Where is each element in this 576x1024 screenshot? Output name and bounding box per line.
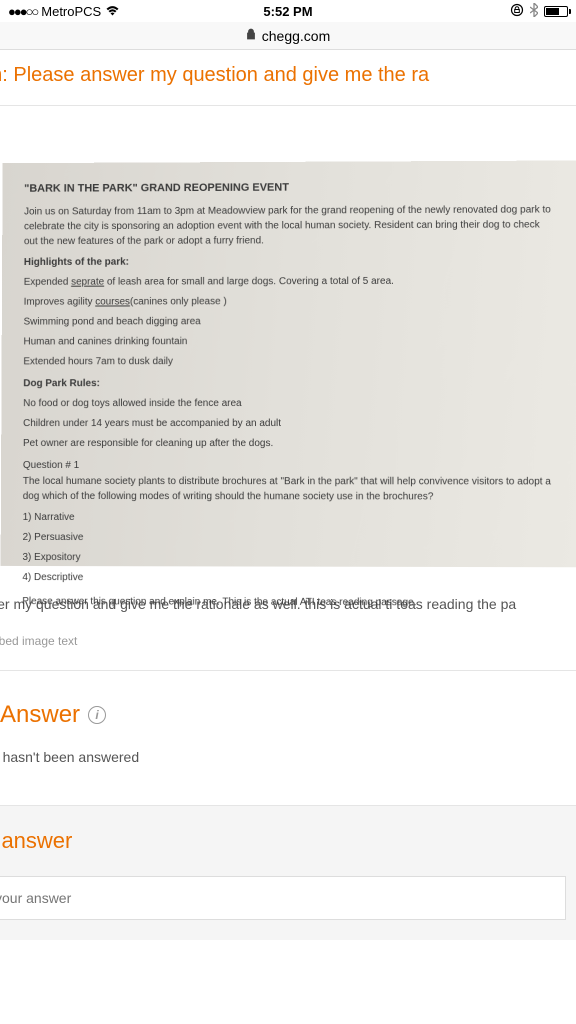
question-title: tion: Please answer my question and give… <box>0 50 576 106</box>
info-icon[interactable]: i <box>88 706 106 724</box>
doc-rules-heading: Dog Park Rules: <box>23 375 555 391</box>
doc-question-label: Question # 1 <box>23 458 556 474</box>
doc-highlight: Swimming pond and beach digging area <box>24 313 555 330</box>
doc-highlight: Human and canines drinking fountain <box>23 333 555 350</box>
wifi-icon <box>105 4 120 19</box>
signal-strength-icon: ●●●○○ <box>8 4 37 19</box>
doc-intro: Join us on Saturday from 11am to 3pm at … <box>24 202 555 249</box>
answer-input-area <box>0 876 576 940</box>
browser-address-bar[interactable]: chegg.com <box>0 22 576 50</box>
doc-rule: Children under 14 years must be accompan… <box>23 416 555 432</box>
orientation-lock-icon <box>510 3 524 20</box>
doc-footer: Please answer this question and explain … <box>22 594 556 612</box>
doc-highlight: Expended seprate of leash area for small… <box>24 273 555 290</box>
doc-question-text: The local humane society plants to distr… <box>23 474 556 505</box>
answer-input[interactable] <box>0 876 566 920</box>
transcribed-image-link[interactable]: scribed image text <box>0 622 576 660</box>
bluetooth-icon <box>530 3 538 20</box>
status-right <box>510 3 568 20</box>
answer-header-text: t Answer <box>0 701 80 729</box>
browser-url: chegg.com <box>262 28 330 44</box>
doc-option: 1) Narrative <box>23 510 556 527</box>
status-bar: ●●●○○ MetroPCS 5:52 PM <box>0 0 576 22</box>
doc-option: 4) Descriptive <box>22 570 556 587</box>
doc-rule: No food or dog toys allowed inside the f… <box>23 395 555 411</box>
question-image-content: "BARK IN THE PARK" GRAND REOPENING EVENT… <box>1 160 576 567</box>
doc-highlight: Improves agility courses(canines only pl… <box>24 293 555 310</box>
doc-rule: Pet owner are responsible for cleaning u… <box>23 436 556 452</box>
not-answered-text: ion hasn't been answered <box>0 743 576 805</box>
lock-icon <box>246 28 256 43</box>
doc-highlights-heading: Highlights of the park: <box>24 253 555 271</box>
doc-highlight: Extended hours 7am to dusk daily <box>23 353 555 370</box>
status-time: 5:52 PM <box>263 4 312 19</box>
doc-title: "BARK IN THE PARK" GRAND REOPENING EVENT <box>24 179 554 199</box>
doc-option: 2) Persuasive <box>23 530 556 547</box>
doc-option: 3) Expository <box>22 550 556 567</box>
expert-answer-heading: t Answer i <box>0 670 576 743</box>
battery-icon <box>544 6 568 17</box>
status-left: ●●●○○ MetroPCS <box>8 4 120 19</box>
your-answer-heading: r answer <box>0 805 576 876</box>
carrier-label: MetroPCS <box>41 4 101 19</box>
